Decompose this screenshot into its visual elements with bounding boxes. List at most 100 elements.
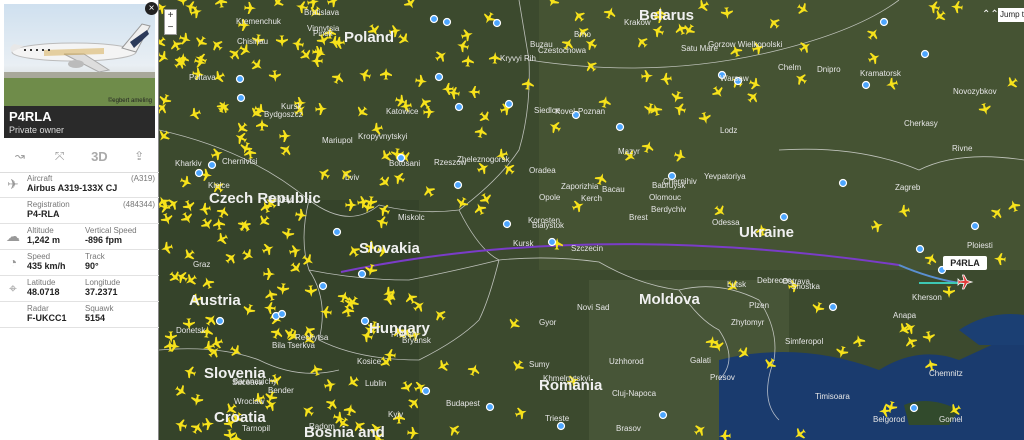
flight-map[interactable]: Poland Belarus Czech Republic Slovakia Ukrai…: [159, 0, 1024, 440]
latitude-value: 48.0718: [27, 287, 60, 297]
detail-row-altitude: ☁ Altitude 1,242 m Vertical Speed -896 fpm: [0, 224, 159, 250]
city-label: Yevpatoriya: [704, 172, 746, 181]
airport-marker[interactable]: [828, 302, 838, 312]
airport-marker[interactable]: [504, 99, 514, 109]
city-label: Klintsy: [268, 195, 292, 204]
city-label: Bydgoszcz: [264, 110, 303, 119]
city-label: Poltava: [189, 73, 216, 82]
airport-marker[interactable]: [909, 403, 919, 413]
airport-marker[interactable]: [920, 49, 930, 59]
airport-marker[interactable]: [421, 386, 431, 396]
city-label: Gorzow Wielkopolski: [708, 40, 782, 49]
city-label: Brno: [574, 30, 591, 39]
airport-marker[interactable]: [235, 74, 245, 84]
city-label: Lviv: [345, 173, 359, 182]
airport-marker[interactable]: [454, 102, 464, 112]
airport-marker[interactable]: [453, 180, 463, 190]
owner-label: Private owner: [9, 125, 65, 135]
airport-marker[interactable]: [658, 410, 668, 420]
country-label: Austria: [189, 292, 241, 309]
city-label: Brest: [629, 213, 648, 222]
route-button[interactable]: ↝: [0, 140, 40, 172]
airport-marker[interactable]: [332, 227, 342, 237]
city-label: Zagreb: [895, 183, 921, 192]
airport-marker[interactable]: [502, 219, 512, 229]
aircraft-value: Airbus A319-133X CJ: [27, 183, 118, 193]
share-button[interactable]: ⇪: [119, 140, 159, 172]
3d-view-button[interactable]: 3D: [80, 140, 120, 172]
squawk-label: Squawk: [85, 304, 114, 313]
route-icon: ↝: [14, 149, 25, 163]
collapse-icon[interactable]: ⌃⌃: [982, 9, 999, 20]
city-label: Chisinau: [237, 37, 268, 46]
airport-marker[interactable]: [547, 237, 557, 247]
airport-marker[interactable]: [879, 17, 889, 27]
city-label: Chernivtsi: [222, 157, 258, 166]
city-label: Uzhhorod: [609, 357, 644, 366]
city-label: Ploiesti: [967, 241, 993, 250]
airport-marker[interactable]: [236, 93, 246, 103]
airport-marker[interactable]: [970, 221, 980, 231]
latitude-label: Latitude: [27, 278, 56, 287]
airport-marker[interactable]: [485, 402, 495, 412]
jump-to-button[interactable]: Jump to: [998, 8, 1024, 22]
city-label: Kherson: [912, 293, 942, 302]
altitude-label: Altitude: [27, 226, 54, 235]
speed-label: Speed: [27, 252, 51, 261]
city-label: Cherkasy: [904, 119, 938, 128]
city-label: Kosice: [357, 357, 382, 366]
city-label: Suceava: [232, 378, 264, 387]
airport-marker[interactable]: [277, 309, 287, 319]
airport-marker[interactable]: [215, 316, 225, 326]
airport-marker[interactable]: [915, 244, 925, 254]
city-label: Debrecen: [757, 276, 792, 285]
city-label: Katowice: [386, 107, 419, 116]
radar-icon: ⌖: [9, 280, 17, 296]
city-label: Buzau: [530, 40, 553, 49]
airport-marker[interactable]: [442, 17, 452, 27]
fullscreen-button[interactable]: ⤧: [40, 140, 80, 172]
registration-value: P4-RLA: [27, 209, 60, 219]
squawk-value: 5154: [85, 313, 106, 323]
aircraft-info-panel: ©egbert ameling × P4RLA Private owner ↝ …: [0, 0, 159, 440]
longitude-label: Longitude: [85, 278, 121, 287]
city-label: Vinnytsia: [307, 24, 340, 33]
airport-marker[interactable]: [207, 160, 217, 170]
airport-marker[interactable]: [357, 269, 367, 279]
aircraft-code: (A319): [130, 174, 155, 183]
city-label: Rzeszow: [434, 158, 467, 167]
airport-marker[interactable]: [194, 168, 204, 178]
selected-flight-label[interactable]: P4RLA: [943, 256, 987, 270]
city-label: Krakow: [624, 18, 651, 27]
city-label: Korosten: [528, 216, 560, 225]
airport-marker[interactable]: [318, 281, 328, 291]
city-label: Berdychiv: [651, 205, 686, 214]
city-label: Bratislava: [304, 8, 340, 17]
city-label: Kyiv: [388, 410, 403, 419]
airport-marker[interactable]: [556, 421, 566, 431]
airport-marker[interactable]: [429, 14, 439, 24]
city-label: Chemnitz: [929, 369, 963, 378]
aircraft-photo[interactable]: ©egbert ameling: [4, 4, 155, 106]
city-label: Kropyvnytskyi: [358, 132, 408, 141]
cloud-icon: ☁: [6, 228, 20, 244]
city-label: Novi Sad: [577, 303, 609, 312]
country-label: Ukraine: [739, 224, 794, 241]
airport-marker[interactable]: [615, 122, 625, 132]
airport-marker[interactable]: [838, 178, 848, 188]
airport-marker[interactable]: [360, 316, 370, 326]
airport-marker[interactable]: [492, 18, 502, 28]
city-label: Khmelnytskyi: [543, 374, 590, 383]
close-panel-button[interactable]: ×: [145, 2, 158, 15]
city-label: Kremenchuk: [236, 17, 282, 26]
country-label: Slovakia: [359, 240, 421, 257]
zoom-in-button[interactable]: +: [165, 10, 176, 22]
city-label: Odessa: [712, 218, 740, 227]
fullscreen-icon: ⤧: [54, 148, 65, 163]
airport-marker[interactable]: [434, 72, 444, 82]
city-label: Bender: [268, 386, 294, 395]
airport-marker[interactable]: [779, 212, 789, 222]
track-value: 90°: [85, 261, 99, 271]
airport-marker[interactable]: [861, 80, 871, 90]
zoom-out-button[interactable]: −: [165, 22, 176, 34]
